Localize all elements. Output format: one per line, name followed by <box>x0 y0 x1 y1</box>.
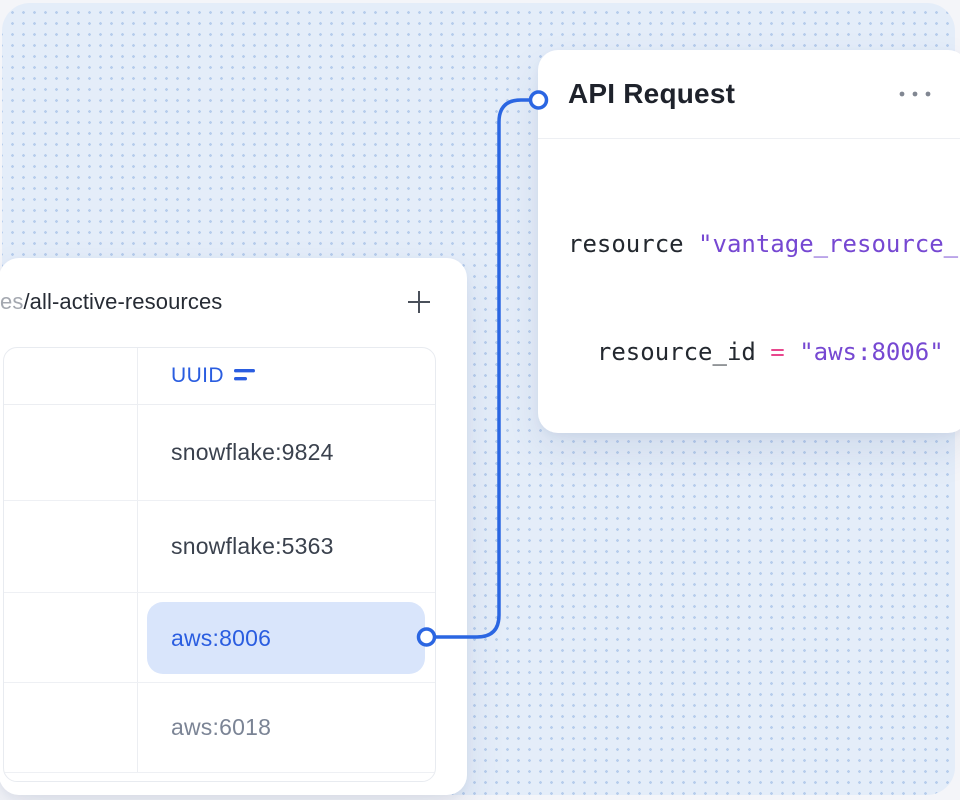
row-cell-empty <box>4 501 138 592</box>
resources-card-title: es/all-active-resources <box>0 258 222 346</box>
resources-card: es/all-active-resources UUID snowfl <box>0 258 467 795</box>
add-button[interactable] <box>406 289 432 315</box>
header-cell-empty <box>4 348 138 404</box>
header-cell-uuid[interactable]: UUID <box>138 348 435 404</box>
code-line: resource "vantage_resource_c <box>568 226 960 262</box>
uuid-cell: aws:8006 <box>171 625 271 652</box>
table-row-selected[interactable]: aws:8006 <box>4 593 435 683</box>
code-block: resource "vantage_resource_c resource_id… <box>538 138 960 433</box>
menu-button[interactable] <box>898 80 942 106</box>
row-cell-empty <box>4 683 138 772</box>
code-line: resource_id = "aws:8006" <box>568 334 960 370</box>
sort-descending-icon <box>234 369 256 387</box>
row-cell-empty <box>4 405 138 500</box>
resources-card-header: es/all-active-resources <box>0 258 467 346</box>
title-prefix: es <box>0 289 23 315</box>
page-background: es/all-active-resources UUID snowfl <box>0 0 960 800</box>
table-row[interactable]: snowflake:5363 <box>4 501 435 593</box>
uuid-cell: snowflake:5363 <box>171 533 334 560</box>
api-card-header: API Request <box>538 50 960 139</box>
table-header-row: UUID <box>4 348 435 405</box>
plus-icon <box>406 303 432 318</box>
title-path: /all-active-resources <box>23 289 222 315</box>
row-cell-empty <box>4 593 138 682</box>
table-row[interactable]: snowflake:9824 <box>4 405 435 501</box>
resources-table: UUID snowflake:9824 snowflake:5363 aws <box>3 347 436 782</box>
ellipsis-icon <box>898 86 934 101</box>
uuid-cell: aws:6018 <box>171 714 271 741</box>
selected-row-pill: aws:8006 <box>147 602 425 674</box>
api-card-title: API Request <box>568 50 735 138</box>
uuid-column-label: UUID <box>171 364 224 388</box>
api-request-card: API Request resource "vantage_resource_c… <box>538 50 960 433</box>
table-row[interactable]: aws:6018 <box>4 683 435 773</box>
uuid-cell: snowflake:9824 <box>171 439 334 466</box>
